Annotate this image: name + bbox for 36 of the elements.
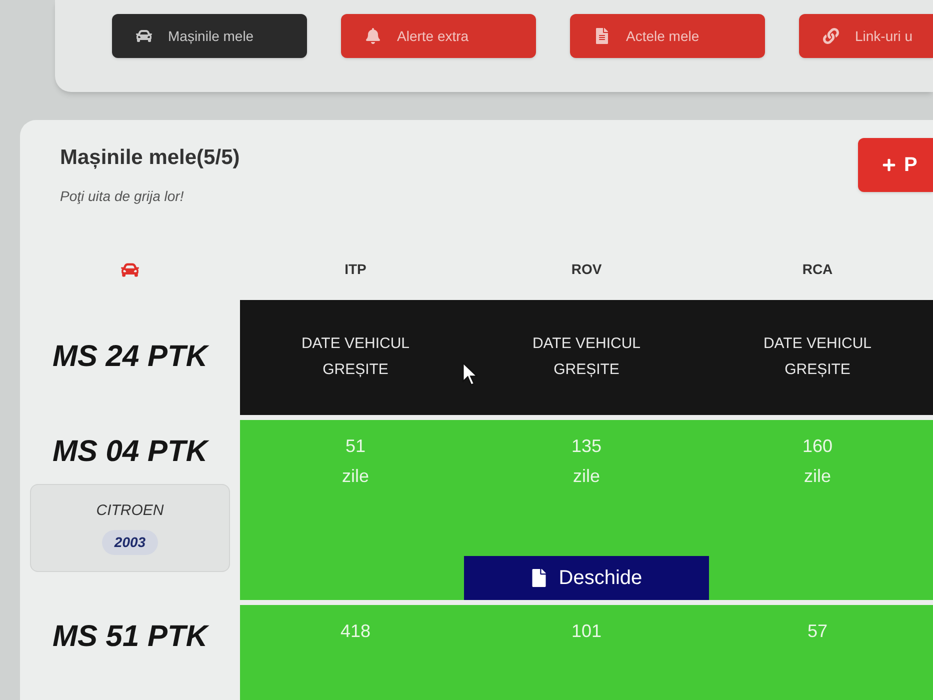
vehicle-make: CITROEN — [96, 500, 164, 521]
days-unit: zile — [572, 464, 600, 488]
days-count: 418 — [340, 620, 371, 642]
car-icon — [121, 260, 139, 278]
nav-button[interactable]: Alerte extra — [341, 14, 536, 58]
panel-subtitle: Poţi uita de grija lor! — [60, 186, 185, 206]
column-header: ROV — [571, 260, 602, 279]
column-header: RCA — [802, 260, 833, 279]
nav-button[interactable]: Link-uri u — [799, 14, 933, 58]
document-icon — [530, 568, 547, 586]
panel-title: Mașinile mele(5/5) — [60, 145, 241, 171]
open-button[interactable]: Deschide — [464, 556, 709, 600]
days-count: 160 — [802, 434, 833, 458]
year-badge: 2003 — [102, 530, 158, 556]
status-text: DATE VEHICUL GREȘITE — [762, 334, 873, 380]
days-unit: zile — [342, 464, 369, 488]
add-button[interactable]: P — [858, 138, 933, 192]
nav-button[interactable]: Actele mele — [570, 14, 765, 58]
nav-button[interactable]: Mașinile mele — [112, 14, 307, 58]
plate-number: MS 24 PTK — [52, 339, 208, 375]
plate-number: MS 51 PTK — [52, 618, 208, 654]
plus-icon — [882, 158, 896, 172]
plate-number: MS 04 PTK — [52, 434, 208, 470]
days-count: 57 — [807, 620, 828, 642]
days-unit: zile — [804, 464, 831, 488]
days-count: 135 — [571, 434, 602, 458]
column-header: ITP — [344, 260, 366, 279]
days-count: 51 — [345, 434, 366, 458]
car-icon — [136, 28, 152, 44]
status-text: DATE VEHICUL GREȘITE — [300, 334, 411, 380]
link-icon — [823, 28, 839, 44]
document-icon — [594, 28, 610, 44]
bell-icon — [365, 28, 381, 44]
status-text: DATE VEHICUL GREȘITE — [531, 334, 642, 380]
mouse-pointer-icon — [462, 362, 478, 386]
days-count: 101 — [571, 620, 602, 642]
